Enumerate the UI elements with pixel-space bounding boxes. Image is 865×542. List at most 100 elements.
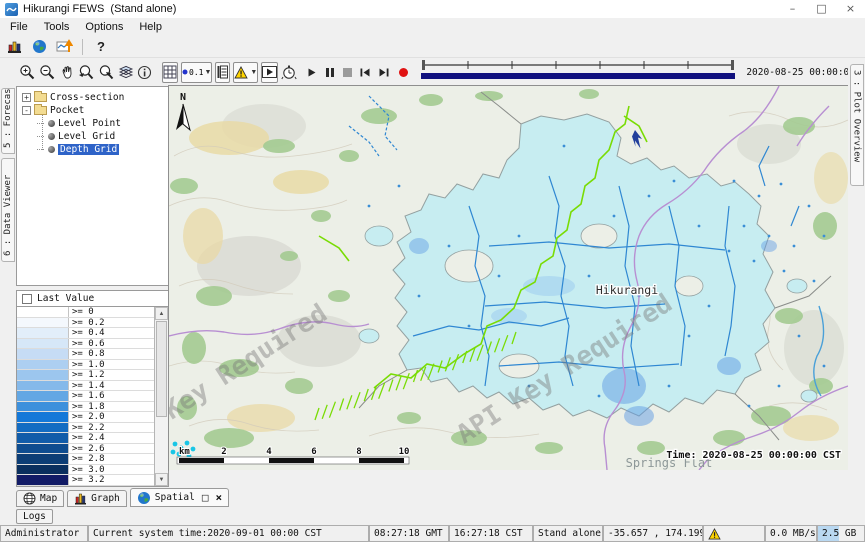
bottom-tab-bar: Map Graph Spatial □ × [0, 487, 865, 507]
map-time-label: Time: 2020-08-25 00:00:00 CST [666, 449, 841, 461]
record-button[interactable] [399, 64, 408, 81]
timer-icon[interactable] [281, 62, 297, 83]
help-icon[interactable]: ? [92, 38, 110, 56]
zoom-out-icon[interactable] [39, 62, 56, 83]
spatial-display-icon[interactable] [30, 38, 48, 56]
timeline-range-bar [421, 73, 735, 79]
legend-row[interactable]: >= 1.6 [17, 391, 154, 402]
tab-forecasts[interactable]: 5 : Forecast [1, 88, 15, 154]
svg-text:6: 6 [311, 447, 316, 457]
status-memory[interactable]: 2.5 GB [817, 525, 865, 542]
legend-label: >= 1.8 [69, 402, 105, 412]
tree-item-level-point[interactable]: Level Point [17, 117, 168, 130]
legend-row[interactable]: >= 2.8 [17, 454, 154, 465]
legend-row[interactable]: >= 1.4 [17, 381, 154, 392]
pan-icon[interactable] [59, 62, 75, 83]
layers-icon[interactable] [118, 62, 134, 83]
legend-row[interactable]: >= 1.8 [17, 402, 154, 413]
step-back-button[interactable] [359, 64, 371, 81]
database-explorer-icon[interactable] [5, 38, 23, 56]
legend-label: >= 0 [69, 307, 94, 317]
logs-button[interactable]: Logs [16, 509, 53, 524]
thresholds-dropdown[interactable]: ▼ [233, 62, 258, 83]
map-container: API Key Required API Key Required Hikura… [169, 86, 848, 487]
node-bullet-icon [48, 120, 55, 127]
legend-row[interactable]: >= 3.0 [17, 465, 154, 476]
pane-maximize-button[interactable]: □ [202, 491, 209, 504]
info-icon[interactable] [137, 62, 152, 83]
tab-spatial[interactable]: Spatial □ × [130, 488, 229, 507]
tab-graph[interactable]: Graph [67, 490, 127, 507]
classification-icon[interactable] [215, 62, 230, 83]
menu-options[interactable]: Options [77, 21, 131, 33]
legend-label: >= 1.6 [69, 391, 105, 401]
status-gmt-time: 08:27:18 GMT [369, 525, 449, 542]
main-toolbar: ? [0, 36, 865, 58]
legend-row[interactable]: >= 2.6 [17, 444, 154, 455]
status-user: Administrator [0, 525, 88, 542]
step-forward-button[interactable] [378, 64, 390, 81]
menu-tools[interactable]: Tools [36, 21, 78, 33]
expander-icon[interactable]: - [22, 106, 31, 115]
tree-item-label: Cross-section [50, 92, 124, 103]
legend-row[interactable]: >= 0.8 [17, 349, 154, 360]
zoom-in-icon[interactable] [19, 62, 36, 83]
scroll-thumb[interactable] [156, 321, 167, 417]
warning-icon [708, 528, 721, 540]
menu-help[interactable]: Help [131, 21, 170, 33]
legend-header: Last Value [16, 290, 169, 306]
legend-row[interactable]: >= 2.2 [17, 423, 154, 434]
status-warning-cell[interactable] [703, 525, 765, 542]
tab-data-viewer[interactable]: 6 : Data Viewer [1, 158, 15, 262]
legend-swatch [17, 412, 69, 422]
play-button[interactable] [306, 64, 317, 81]
value-interval-dropdown[interactable]: 0.1 ▼ [181, 62, 212, 83]
legend-row[interactable]: >= 1.2 [17, 370, 154, 381]
minimize-button[interactable]: – [778, 0, 807, 18]
zoom-next-icon[interactable] [98, 62, 115, 83]
tab-plot-overview[interactable]: 3 : Plot Overview [850, 64, 864, 186]
menu-bar: File Tools Options Help [0, 18, 865, 36]
scroll-down-icon[interactable]: ▼ [155, 473, 168, 486]
scale-bar: km 2 4 6 8 10 [177, 447, 409, 464]
legend-scrollbar[interactable]: ▲ ▼ [154, 307, 168, 486]
menu-file[interactable]: File [2, 21, 36, 33]
expander-icon[interactable]: + [22, 93, 31, 102]
pause-button[interactable] [326, 64, 334, 81]
pause-icon [326, 68, 334, 77]
timeseries-dialog-icon[interactable] [55, 38, 73, 56]
legend-row[interactable]: >= 3.2 [17, 475, 154, 486]
animation-panel-icon[interactable] [261, 62, 278, 83]
status-coordinates: -35.657 , 174.199 [603, 525, 703, 542]
stop-button[interactable] [343, 64, 352, 81]
legend-label: >= 0.8 [69, 349, 105, 359]
legend-row[interactable]: >= 0 [17, 307, 154, 318]
legend-row[interactable]: >= 1.0 [17, 360, 154, 371]
tab-map[interactable]: Map [16, 490, 64, 507]
legend-list: >= 0>= 0.2>= 0.4>= 0.6>= 0.8>= 1.0>= 1.2… [17, 307, 154, 486]
legend-row[interactable]: >= 0.2 [17, 318, 154, 329]
tree-item-pocket[interactable]: - Pocket [17, 104, 168, 117]
tree-item-level-grid[interactable]: Level Grid [17, 130, 168, 143]
pane-close-button[interactable]: × [215, 491, 222, 504]
map-gap [169, 470, 848, 487]
legend-swatch [17, 433, 69, 443]
legend-row[interactable]: >= 2.4 [17, 433, 154, 444]
folder-icon [34, 106, 47, 115]
maximize-button[interactable]: □ [807, 0, 836, 18]
last-value-checkbox[interactable] [22, 294, 32, 304]
status-bar: Administrator Current system time:2020-0… [0, 525, 865, 542]
tree-item-depth-grid[interactable]: Depth Grid [17, 143, 168, 156]
station-marker-icon[interactable] [632, 130, 642, 149]
map-canvas[interactable]: API Key Required API Key Required Hikura… [169, 86, 848, 470]
zoom-previous-icon[interactable] [78, 62, 95, 83]
right-tab-strip: 3 : Plot Overview [848, 58, 865, 487]
legend-row[interactable]: >= 2.0 [17, 412, 154, 423]
close-button[interactable]: × [836, 0, 865, 18]
legend-row[interactable]: >= 0.4 [17, 328, 154, 339]
grid-display-icon[interactable] [162, 62, 178, 83]
timeline-slider[interactable] [419, 58, 737, 87]
legend-row[interactable]: >= 0.6 [17, 339, 154, 350]
tree-item-cross-section[interactable]: + Cross-section [17, 91, 168, 104]
scroll-up-icon[interactable]: ▲ [155, 307, 168, 320]
